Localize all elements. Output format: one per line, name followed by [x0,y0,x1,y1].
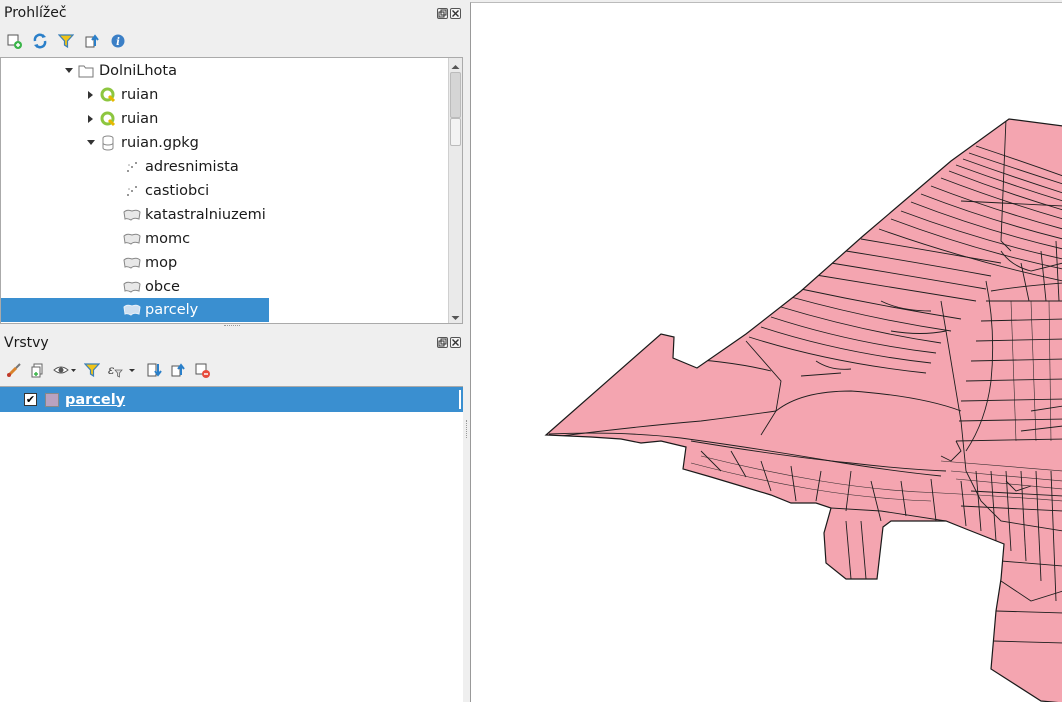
svg-text:ε: ε [108,363,114,377]
tree-item-ruian-project[interactable]: ruian [85,83,158,107]
scroll-up-icon[interactable] [450,60,461,70]
tree-item-label: ruian.gpkg [121,135,199,151]
tree-item-label: DolniLhota [99,63,177,79]
tree-item-momc[interactable]: momc [121,227,190,251]
layer-label[interactable]: parcely [65,392,125,408]
remove-layer-icon[interactable] [192,360,212,380]
panel-splitter-grip[interactable] [224,325,240,329]
tree-item-label: castiobci [145,183,210,199]
info-icon[interactable]: i [108,31,128,51]
filter-icon[interactable] [82,360,102,380]
geopackage-icon [99,134,117,152]
expanded-arrow-icon[interactable] [85,137,97,149]
collapse-all-icon[interactable] [168,360,188,380]
tree-item-ruian-gpkg[interactable]: ruian.gpkg [85,131,199,155]
polygon-layer-icon [123,301,141,319]
tree-item-castiobci[interactable]: castiobci [121,179,209,203]
layers-dock-buttons [437,337,461,348]
collapsed-arrow-icon[interactable] [85,89,97,101]
add-group-icon[interactable] [28,360,48,380]
qgis-project-icon [99,86,117,104]
tree-item-label: adresnimista [145,159,239,175]
point-layer-icon [123,182,141,200]
scrollbar-thumb[interactable] [450,72,461,118]
tree-item-label: parcely [145,302,199,318]
layer-row-parcely[interactable]: ✔ parcely [0,387,463,412]
expression-filter-icon[interactable]: ε [106,360,140,380]
refresh-icon[interactable] [30,31,50,51]
tree-item-adresnimista[interactable]: adresnimista [121,155,239,179]
browser-toolbar: i [4,31,128,51]
layer-color-swatch [45,392,59,407]
expand-all-icon[interactable] [144,360,164,380]
expanded-arrow-icon[interactable] [63,65,75,77]
scroll-down-icon[interactable] [450,311,461,321]
close-panel-icon[interactable] [450,8,461,19]
folder-icon [77,62,95,80]
browser-scrollbar[interactable] [448,58,462,323]
polygon-layer-icon [123,206,141,224]
collapsed-arrow-icon[interactable] [85,113,97,125]
tree-item-label: katastralniuzemi [145,207,266,223]
layers-list[interactable]: ✔ parcely [0,386,463,702]
map-canvas[interactable] [470,2,1062,702]
float-panel-icon[interactable] [437,8,448,19]
scrollbar-thumb-lower[interactable] [450,118,461,146]
left-dock: Prohlížeč i DolniLhota ruian ruian ruian… [0,0,466,702]
float-panel-icon[interactable] [437,337,448,348]
tree-item-label: momc [145,231,191,247]
layer-edit-caret [459,390,461,409]
tree-item-dolnilhota[interactable]: DolniLhota [63,59,177,83]
browser-panel-title: Prohlížeč [4,5,67,21]
tree-item-label: mop [145,255,178,271]
tree-item-label: obce [145,279,180,295]
tree-item-parcely[interactable]: parcely [1,298,269,322]
tree-item-label: ruian [121,87,159,103]
tree-item-katastralniuzemi[interactable]: katastralniuzemi [121,203,266,227]
point-layer-icon [123,158,141,176]
polygon-layer-icon [123,254,141,272]
browser-dock-buttons [437,8,461,19]
collapse-all-icon[interactable] [82,31,102,51]
tree-item-obce[interactable]: obce [121,275,180,299]
tree-item-label: ruian [121,111,159,127]
filter-icon[interactable] [56,31,76,51]
tree-item-ruian-project-2[interactable]: ruian [85,107,158,131]
qgis-project-icon [99,110,117,128]
add-layer-icon[interactable] [4,31,24,51]
svg-text:i: i [116,37,120,48]
visibility-icon[interactable] [52,360,78,380]
browser-tree[interactable]: DolniLhota ruian ruian ruian.gpkg adresn… [0,57,463,324]
style-icon[interactable] [4,360,24,380]
layer-visibility-checkbox[interactable]: ✔ [24,393,37,406]
close-panel-icon[interactable] [450,337,461,348]
tree-item-mop[interactable]: mop [121,251,177,275]
layers-panel-title: Vrstvy [4,335,49,351]
layers-toolbar: ε [4,360,212,380]
polygon-layer-icon [123,278,141,296]
map-parcels [544,118,1062,702]
polygon-layer-icon [123,230,141,248]
